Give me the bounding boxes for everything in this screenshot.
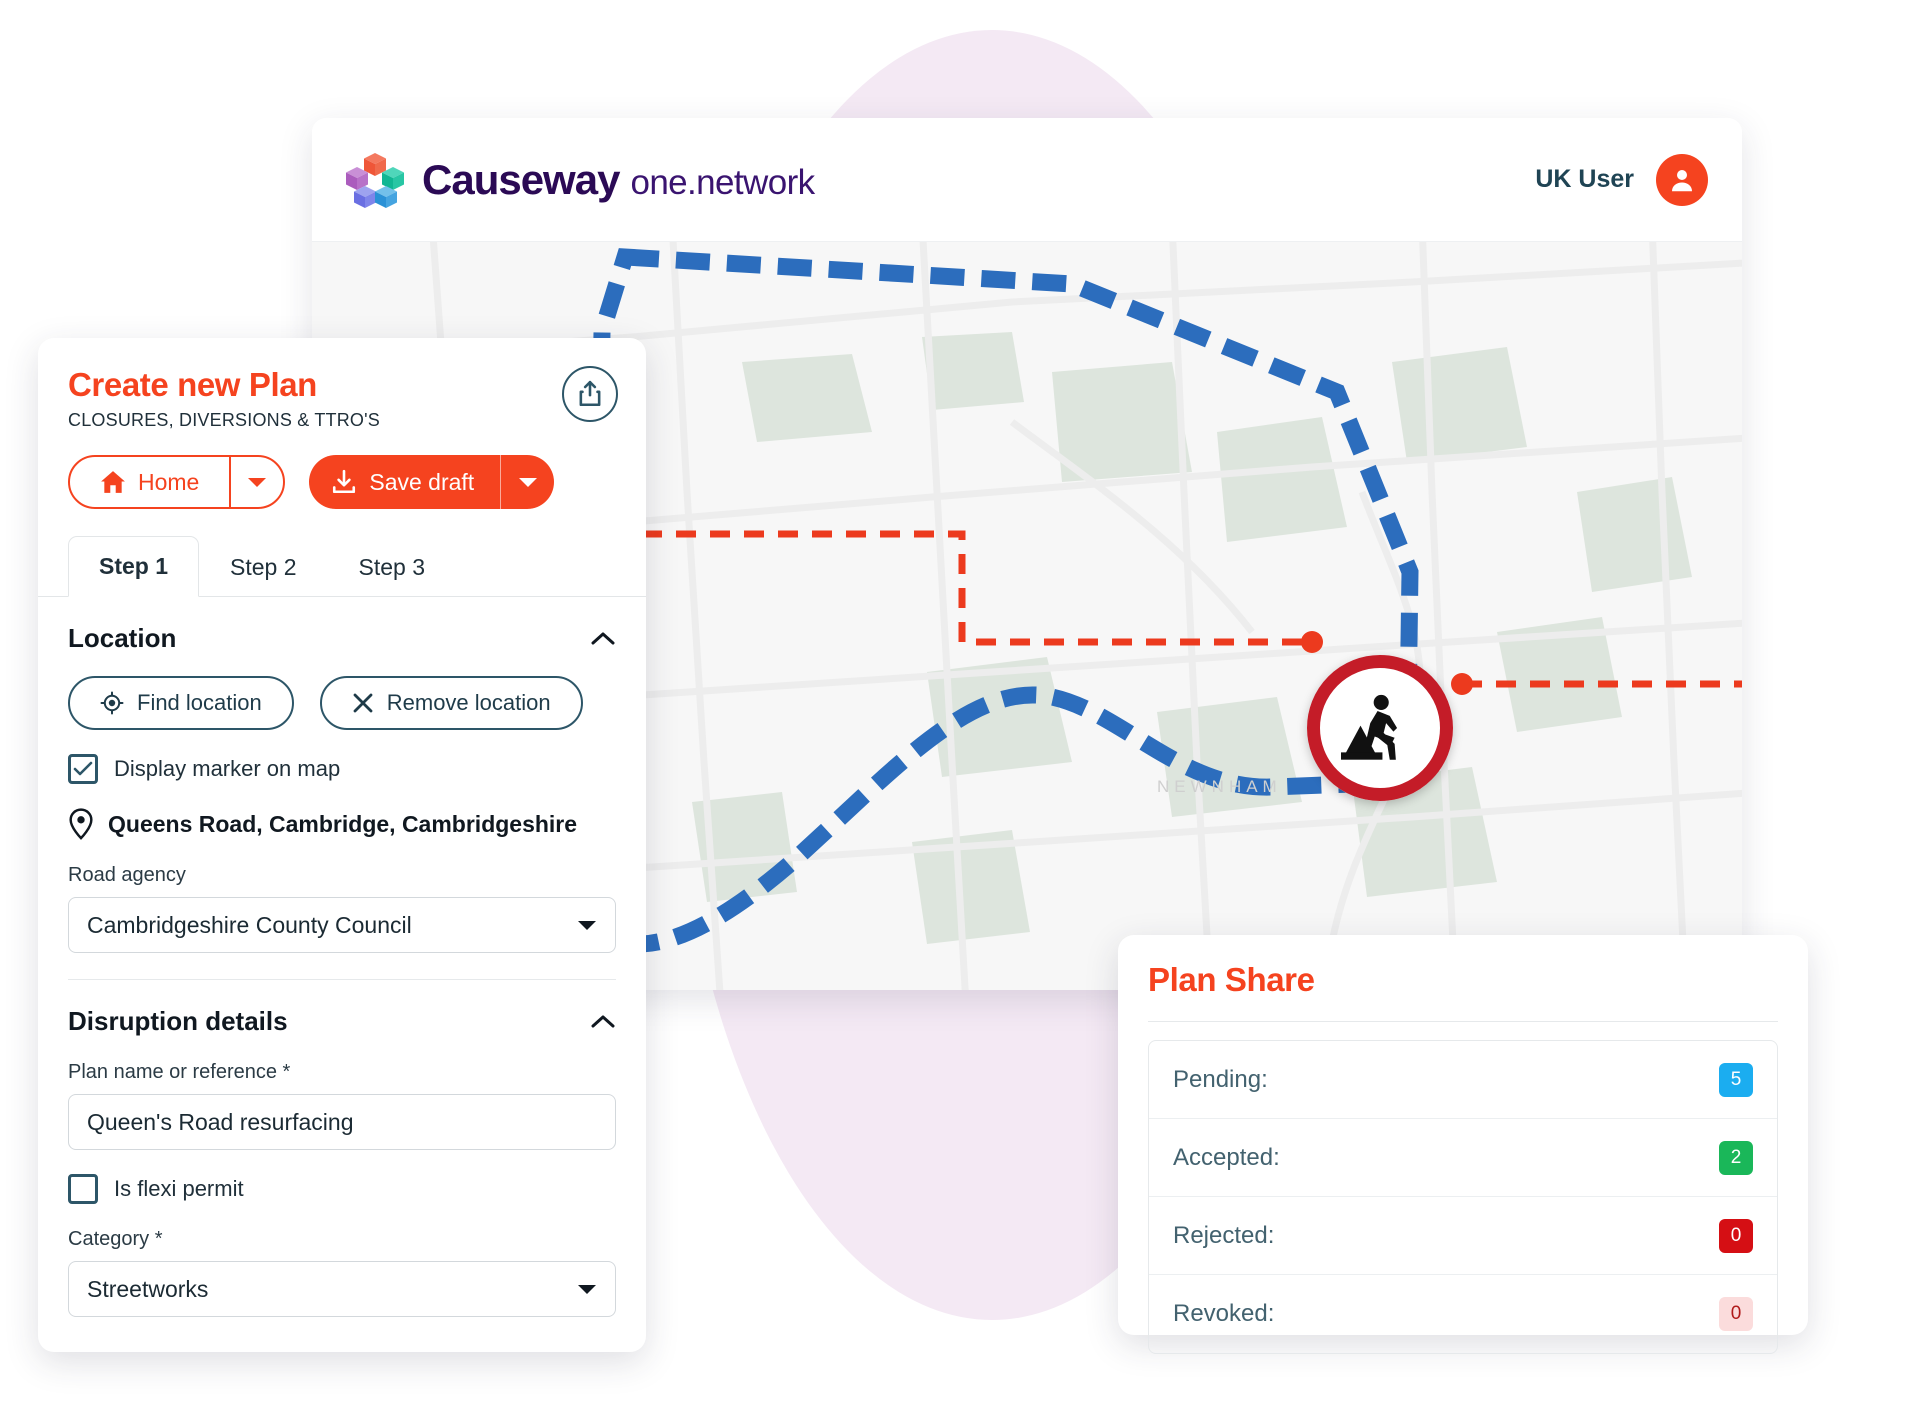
user-name-label: UK User [1535, 165, 1634, 193]
flexi-permit-checkbox[interactable]: Is flexi permit [68, 1174, 616, 1204]
find-location-label: Find location [137, 690, 262, 715]
status-badge: 5 [1719, 1062, 1753, 1097]
save-draft-label: Save draft [369, 468, 475, 495]
status-badge: 0 [1719, 1297, 1753, 1331]
chevron-down-icon [248, 478, 267, 487]
selected-address: Queens Road, Cambridge, Cambridgeshire [68, 808, 616, 840]
tab-step-1-label: Step 1 [99, 553, 169, 579]
plan-name-label: Plan name or reference * [68, 1061, 291, 1083]
road-agency-field: Road agency Cambridgeshire County Counci… [68, 864, 616, 953]
plan-name-field: Plan name or reference * [68, 1061, 616, 1150]
status-label: Revoked: [1173, 1300, 1275, 1327]
home-dropdown-toggle[interactable] [229, 457, 283, 507]
home-icon [101, 471, 125, 493]
plan-share-title: Plan Share [1148, 961, 1315, 998]
plan-share-table: Pending: 5 Accepted: 2 Rejected: 0 Revok… [1148, 1040, 1778, 1354]
plan-share-divider [1148, 1021, 1778, 1022]
location-section-header[interactable]: Location [68, 597, 616, 654]
create-plan-panel: Create new Plan CLOSURES, DIVERSIONS & T… [38, 338, 646, 1352]
page-title: Create new Plan [68, 366, 317, 403]
plan-action-buttons: Home Save draft [38, 431, 646, 509]
category-value: Streetworks [87, 1275, 209, 1302]
share-plan-button[interactable] [562, 366, 618, 422]
status-badge: 2 [1719, 1140, 1753, 1175]
display-marker-checkbox[interactable]: Display marker on map [68, 754, 616, 784]
tab-step-3-label: Step 3 [358, 554, 426, 580]
tab-step-2[interactable]: Step 2 [199, 537, 328, 597]
share-upload-icon [579, 380, 601, 407]
address-text: Queens Road, Cambridge, Cambridgeshire [108, 810, 578, 837]
road-agency-value: Cambridgeshire County Council [87, 911, 412, 938]
status-label: Pending: [1173, 1065, 1268, 1093]
header-user-area[interactable]: UK User [1535, 153, 1708, 206]
brand-name-primary: Causeway [422, 155, 620, 203]
save-draft-dropdown-toggle[interactable] [500, 455, 554, 509]
location-section-title: Location [68, 623, 177, 653]
plan-share-row-accepted[interactable]: Accepted: 2 [1149, 1119, 1777, 1197]
user-avatar-icon[interactable] [1656, 153, 1708, 206]
display-marker-label: Display marker on map [114, 756, 341, 781]
tab-step-3[interactable]: Step 3 [328, 537, 457, 597]
causeway-cubes-logo-icon [346, 152, 404, 208]
disruption-section-title: Disruption details [68, 1006, 288, 1036]
chevron-down-icon [578, 1285, 596, 1294]
tab-step-1[interactable]: Step 1 [68, 536, 200, 597]
step-1-form: Location Find location Remove location D… [38, 597, 646, 1317]
save-draft-split-button[interactable]: Save draft [309, 455, 555, 509]
remove-location-label: Remove location [386, 690, 551, 715]
close-x-icon [353, 693, 373, 713]
disruption-section-header[interactable]: Disruption details [68, 980, 616, 1037]
checkmark-icon [73, 761, 93, 776]
flexi-permit-label: Is flexi permit [114, 1176, 244, 1201]
create-plan-header: Create new Plan CLOSURES, DIVERSIONS & T… [38, 338, 646, 431]
step-tabs: Step 1 Step 2 Step 3 [38, 535, 646, 597]
status-label: Accepted: [1173, 1143, 1280, 1171]
location-buttons: Find location Remove location [68, 676, 616, 730]
roadworks-worker-glyph [1341, 694, 1398, 760]
home-button[interactable]: Home [70, 457, 229, 507]
checkbox-box[interactable] [68, 754, 98, 784]
page-root: Causeway one.network UK User NEWNHAM Cre… [0, 0, 1920, 1426]
download-icon [333, 469, 356, 494]
brand-name-secondary: one.network [630, 162, 815, 202]
roadworks-sign-icon[interactable] [1307, 655, 1453, 801]
plan-share-row-pending[interactable]: Pending: 5 [1149, 1041, 1777, 1119]
road-agency-label: Road agency [68, 864, 186, 886]
crosshair-icon [100, 691, 124, 715]
plan-share-panel: Plan Share Pending: 5 Accepted: 2 Reject… [1118, 935, 1808, 1354]
chevron-up-icon[interactable] [590, 1014, 616, 1030]
app-header: Causeway one.network UK User [312, 118, 1742, 242]
page-subtitle: CLOSURES, DIVERSIONS & TTRO'S [68, 410, 380, 430]
plan-name-input[interactable] [87, 1108, 597, 1136]
remove-location-button[interactable]: Remove location [319, 676, 583, 730]
chevron-up-icon[interactable] [590, 631, 616, 647]
map-closure-endpoint-left [1301, 631, 1323, 653]
map-place-label: NEWNHAM [1157, 777, 1282, 796]
category-label: Category * [68, 1228, 163, 1250]
road-agency-select[interactable]: Cambridgeshire County Council [68, 897, 616, 953]
category-field: Category * Streetworks [68, 1228, 616, 1317]
plan-share-row-revoked[interactable]: Revoked: 0 [1149, 1275, 1777, 1353]
checkbox-box[interactable] [68, 1174, 98, 1204]
map-pin-icon [69, 808, 93, 840]
save-draft-button[interactable]: Save draft [309, 455, 500, 509]
plan-name-input-wrap[interactable] [68, 1094, 616, 1150]
home-button-label: Home [138, 468, 200, 495]
status-label: Rejected: [1173, 1221, 1275, 1249]
chevron-down-icon [578, 921, 596, 930]
category-select[interactable]: Streetworks [68, 1261, 616, 1317]
find-location-button[interactable]: Find location [68, 676, 294, 730]
status-badge: 0 [1719, 1218, 1753, 1253]
brand-logo[interactable]: Causeway one.network [344, 149, 815, 211]
home-split-button[interactable]: Home [68, 455, 286, 509]
tab-step-2-label: Step 2 [230, 554, 297, 580]
map-closure-endpoint-right [1451, 673, 1473, 695]
chevron-down-icon [518, 478, 537, 487]
plan-share-row-rejected[interactable]: Rejected: 0 [1149, 1197, 1777, 1275]
